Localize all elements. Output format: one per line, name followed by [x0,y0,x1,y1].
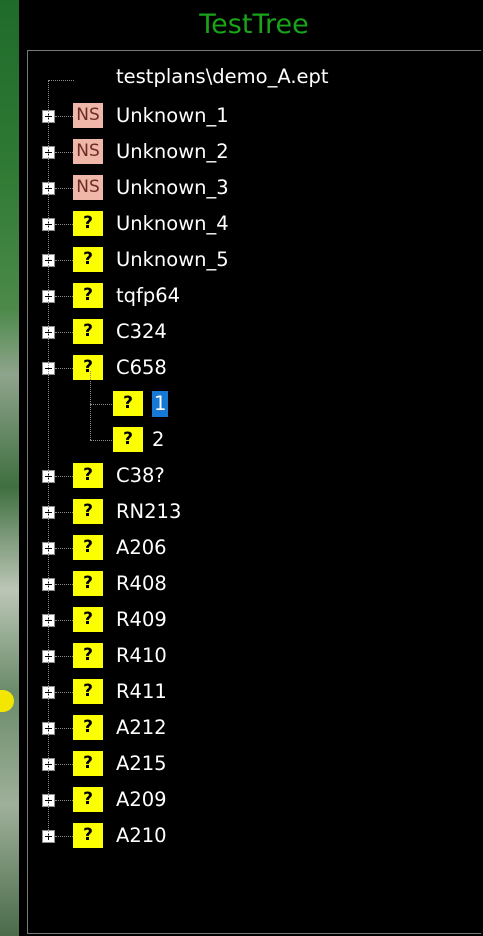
tree-node[interactable]: ? R410 [28,635,468,671]
tree-connector [55,476,73,477]
background-window-strip [0,0,22,936]
tree-connector [55,116,73,117]
tree-node-label: C324 [116,320,167,343]
tree-node-label: Unknown_5 [116,248,229,271]
tree-node[interactable]: NS Unknown_3 [28,167,468,203]
tree-node[interactable]: ? C324 [28,311,468,347]
tree-node-label: Unknown_3 [116,176,229,199]
unknown-status-badge: ? [73,463,103,488]
unknown-status-badge: ? [73,607,103,632]
tree-connector [48,80,49,836]
tree-connector [55,224,73,225]
unknown-status-badge: ? [73,679,103,704]
tree-node-label: RN213 [116,500,182,523]
unknown-status-badge: ? [73,319,103,344]
unknown-status-badge: ? [73,823,103,848]
tree-node[interactable]: NS Unknown_1 [28,95,468,131]
unknown-status-badge: ? [73,751,103,776]
tree-node[interactable]: ? RN213 [28,491,468,527]
unknown-status-badge: ? [113,391,143,416]
tree-connector [55,332,73,333]
tree-connector [55,548,73,549]
unknown-status-badge: ? [73,535,103,560]
tree-connector [55,260,73,261]
unknown-status-badge: ? [73,787,103,812]
tree-node[interactable]: ? tqfp64 [28,275,468,311]
tree-connector [55,764,73,765]
tree-node[interactable]: ? Unknown_5 [28,239,468,275]
tree-connector [55,800,73,801]
tree-node-label: Unknown_4 [116,212,229,235]
tree-connector [90,440,112,441]
tree-connector [55,368,73,369]
tree-node-label: R409 [116,608,167,631]
tree-connector [90,404,112,405]
tree-node-label: C38? [116,464,165,487]
unknown-status-badge: ? [73,643,103,668]
tree-node[interactable]: NS Unknown_2 [28,131,468,167]
tree-child-node[interactable]: ? 1 [28,383,468,419]
tree-connector [55,728,73,729]
panel-title: TestTree [199,9,309,40]
tree-connector [55,296,73,297]
tree-node[interactable]: ? A212 [28,707,468,743]
tree-connector [90,371,91,440]
tree-connector [55,620,73,621]
tree-node[interactable]: ? A210 [28,815,468,851]
tree-node-label: R410 [116,644,167,667]
tree-connector [55,656,73,657]
unknown-status-badge: ? [73,247,103,272]
tree-node-label: A210 [116,824,167,847]
tree-node[interactable]: ? A215 [28,743,468,779]
not-set-badge: NS [73,103,103,128]
test-tree[interactable]: testplans\demo_A.ept NS Unknown_1 NS Unknown… [27,50,481,934]
unknown-status-badge: ? [73,355,103,380]
selected-node-label: 1 [152,391,169,417]
tree-node[interactable]: ? A209 [28,779,468,815]
tree-node-label: A215 [116,752,167,775]
tree-node-label: A206 [116,536,167,559]
tree-node-label: A209 [116,788,167,811]
tree-node-label: Unknown_1 [116,104,229,127]
tree-node-label: R408 [116,572,167,595]
tree-connector [55,836,73,837]
tree-node[interactable]: ? R408 [28,563,468,599]
tree-node[interactable]: ? A206 [28,527,468,563]
not-set-badge: NS [73,175,103,200]
testtree-panel: TestTree testplans\demo_A.ept NS Unknown_1… [25,0,483,936]
tree-connector [55,152,73,153]
tree-connector [55,692,73,693]
tree-node[interactable]: ? R409 [28,599,468,635]
tree-node-label: tqfp64 [116,284,181,307]
tree-connector [48,80,74,81]
tree-root[interactable]: testplans\demo_A.ept [28,59,468,95]
tree-node-label: 2 [152,428,165,451]
unknown-status-badge: ? [73,211,103,236]
tree-root-label: testplans\demo_A.ept [116,65,329,88]
tree-connector [55,584,73,585]
tree-node[interactable]: ? R411 [28,671,468,707]
unknown-status-badge: ? [73,715,103,740]
tree-connector [55,512,73,513]
tree-node[interactable]: ? C38? [28,455,468,491]
tree-node[interactable]: ? Unknown_4 [28,203,468,239]
unknown-status-badge: ? [113,427,143,452]
tree-node-label: R411 [116,680,167,703]
tree-child-node[interactable]: ? 2 [28,419,468,455]
tree-node-label: C658 [116,356,167,379]
unknown-status-badge: ? [73,499,103,524]
tree-node-label: Unknown_2 [116,140,229,163]
tree-node-label: A212 [116,716,167,739]
tree-connector [55,188,73,189]
unknown-status-badge: ? [73,283,103,308]
unknown-status-badge: ? [73,571,103,596]
tree-node[interactable]: ? C658 [28,347,468,383]
not-set-badge: NS [73,139,103,164]
